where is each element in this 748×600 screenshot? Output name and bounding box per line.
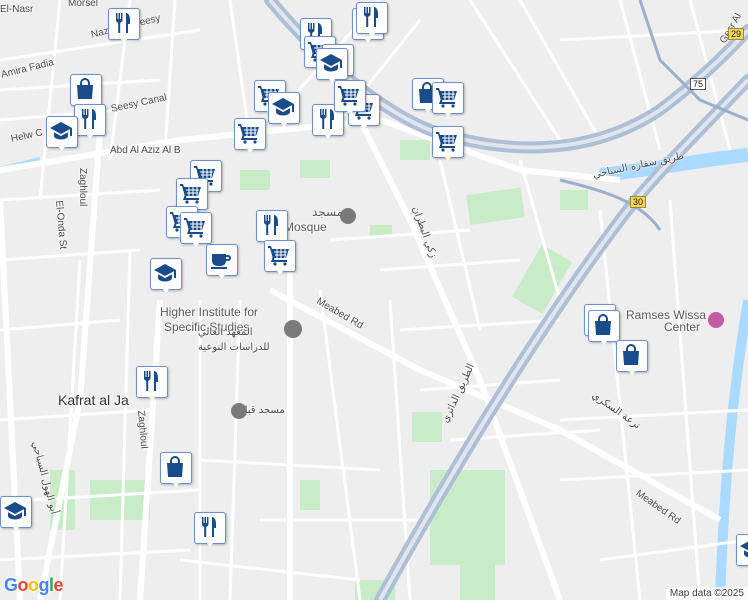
shopping-cart-marker[interactable] (432, 82, 464, 118)
school-marker[interactable] (46, 116, 78, 152)
shopping-cart-marker[interactable] (180, 212, 212, 248)
school-marker[interactable] (0, 496, 32, 532)
map-label: مسجد (312, 205, 344, 219)
route-shield: 75 (690, 78, 707, 90)
map-label: Higher Institute for (160, 305, 259, 319)
shopping-bag-marker[interactable] (160, 452, 192, 488)
map-canvas[interactable]: El-Nasr Morsel Nazlet El-Seesy Amira Fadia S… (0, 0, 748, 600)
map-attribution[interactable]: Map data ©2025 (665, 587, 748, 600)
map-label: Kafrat al Ja (58, 392, 129, 408)
map-label: Center (664, 320, 701, 334)
restaurant-marker[interactable] (108, 8, 140, 44)
road-network (0, 0, 748, 600)
school-marker[interactable] (316, 48, 348, 84)
school-marker[interactable] (150, 258, 182, 294)
shopping-cart-marker[interactable] (334, 80, 366, 116)
mosque-pin-icon[interactable] (231, 403, 247, 419)
museum-pin-icon[interactable] (708, 312, 724, 328)
google-logo: Google (4, 575, 64, 595)
map-label: للدراسات النوعية (198, 342, 270, 353)
map-label: El-Nasr (0, 4, 34, 15)
shopping-cart-marker[interactable] (234, 118, 266, 154)
restaurant-marker[interactable] (194, 512, 226, 548)
mosque-pin-icon[interactable] (340, 208, 356, 224)
school-marker[interactable] (268, 92, 300, 128)
coffee-marker[interactable] (206, 244, 238, 280)
map-label: Zaghloul (77, 168, 88, 207)
restaurant-marker[interactable] (356, 2, 388, 38)
school-marker[interactable] (736, 534, 748, 570)
map-label: Morsel (68, 0, 99, 9)
route-shield: 29 (728, 28, 745, 40)
restaurant-marker[interactable] (136, 366, 168, 402)
shopping-cart-marker[interactable] (264, 240, 296, 276)
shopping-bag-marker[interactable] (616, 340, 648, 376)
map-label: Abd Al Aziz Al B (110, 145, 181, 156)
route-shield: 30 (630, 196, 647, 208)
map-label: Mosque (284, 220, 327, 234)
map-label: المعهد العالي (198, 327, 253, 338)
shopping-cart-marker[interactable] (432, 126, 464, 162)
school-pin-icon[interactable] (284, 320, 302, 338)
restaurant-marker[interactable] (74, 104, 106, 140)
